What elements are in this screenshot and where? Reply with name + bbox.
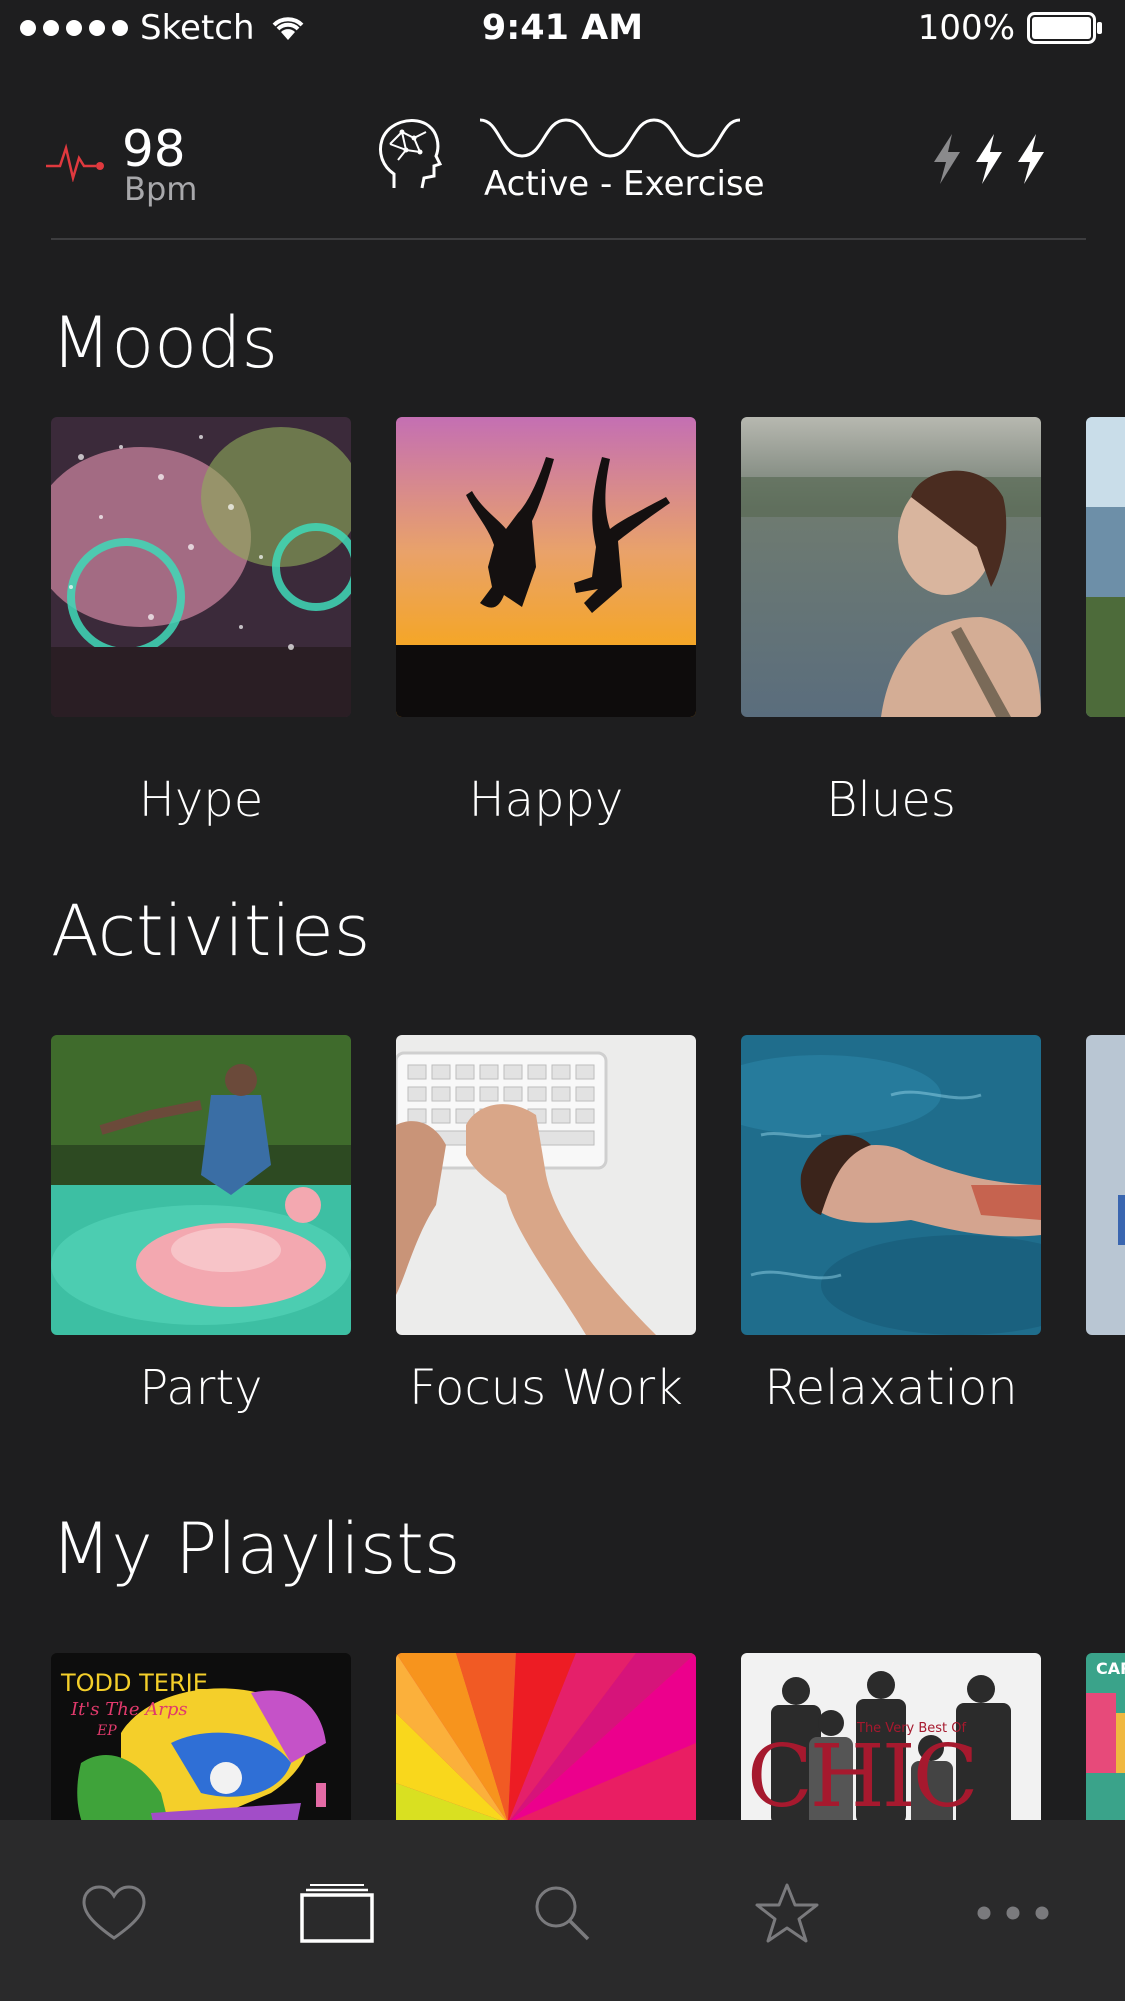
more-icon [977, 1906, 1049, 1920]
brainwave-icon [479, 118, 741, 158]
playlists-row: TODD TERJE It's The Arps EP The Very Bes… [0, 1653, 1125, 1820]
search-icon [535, 1886, 590, 1941]
energy-level[interactable] [930, 134, 1048, 184]
playlist-todd-terje-tile[interactable]: TODD TERJE It's The Arps EP [51, 1653, 351, 1820]
album-title-text: CHIC [747, 1727, 979, 1820]
activity-status: Active - Exercise [484, 164, 765, 204]
playlists-title: My Playlists [51, 1508, 461, 1590]
mood-hype-tile[interactable] [51, 417, 351, 717]
tab-favorites[interactable] [54, 1878, 174, 1948]
mood-label: Happy [468, 772, 624, 828]
playlist-chic-tile[interactable]: The Very Best Of CHIC [741, 1653, 1041, 1820]
library-icon [300, 1884, 374, 1943]
activities-row [0, 1035, 1125, 1335]
mood-label: Blues [826, 772, 956, 828]
activity-party-tile[interactable] [51, 1035, 351, 1335]
biometrics-header: 98 Bpm Active - Exercise [0, 100, 1125, 240]
star-icon [755, 1883, 819, 1943]
mood-next-tile[interactable] [1086, 417, 1125, 717]
status-bar: Sketch 9:41 AM 100% [0, 0, 1125, 62]
album-title-text: CARI [1096, 1659, 1125, 1678]
activity-label: Relaxation [764, 1360, 1018, 1416]
battery-percent: 100% [917, 8, 1015, 48]
activity-label: Focus Work [409, 1360, 683, 1416]
bpm-unit: Bpm [124, 170, 198, 208]
moods-row [0, 417, 1125, 717]
tab-library[interactable] [277, 1878, 397, 1948]
bolt-icon [1018, 134, 1044, 184]
tab-bar [0, 1820, 1125, 2001]
bolt-icon [934, 134, 960, 184]
playlist-rainbow-tile[interactable] [396, 1653, 696, 1820]
bolt-icon [976, 134, 1002, 184]
playlist-next-tile[interactable]: CARI [1086, 1653, 1125, 1820]
heart-rate-icon [46, 143, 104, 182]
brain-head-icon [379, 119, 442, 189]
activity-focus-work-tile[interactable] [396, 1035, 696, 1335]
activity-relaxation-tile[interactable] [741, 1035, 1041, 1335]
album-ep-text: EP [97, 1723, 117, 1739]
moods-title: Moods [51, 302, 278, 384]
mood-label: Hype [138, 772, 264, 828]
activity-next-tile[interactable] [1086, 1035, 1125, 1335]
heart-icon [82, 1885, 146, 1940]
tab-search[interactable] [502, 1878, 622, 1948]
mood-blues-tile[interactable] [741, 417, 1041, 717]
activities-title: Activities [51, 890, 371, 972]
tab-starred[interactable] [727, 1878, 847, 1948]
battery-icon [1027, 12, 1102, 44]
tab-more[interactable] [953, 1878, 1073, 1948]
mood-happy-tile[interactable] [396, 417, 696, 717]
album-title-text: It's The Arps [71, 1699, 188, 1720]
header-divider [51, 238, 1086, 240]
activity-label: Party [139, 1360, 263, 1416]
album-artist-text: TODD TERJE [61, 1669, 208, 1697]
